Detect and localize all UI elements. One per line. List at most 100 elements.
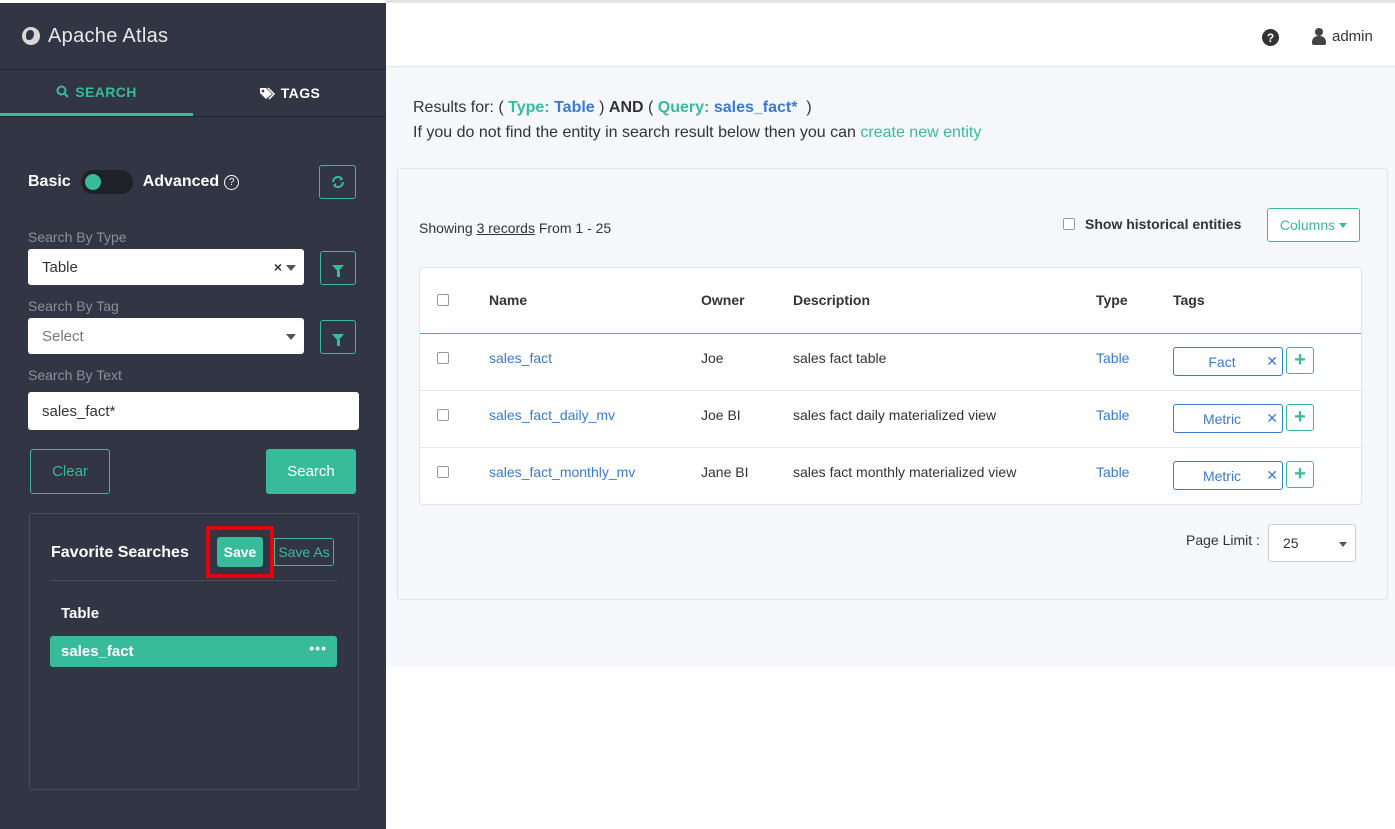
add-tag-button[interactable]: + (1286, 347, 1314, 374)
records-link[interactable]: 3 records (477, 220, 535, 236)
search-icon (56, 85, 69, 98)
save-as-button[interactable]: Save As (274, 538, 334, 566)
main-content: Results for: ( Type: Table ) AND ( Query… (386, 67, 1395, 667)
owner-cell: Joe (701, 350, 724, 366)
header-tags[interactable]: Tags (1173, 292, 1205, 308)
entity-name-link[interactable]: sales_fact (489, 350, 552, 366)
help-icon[interactable]: ? (1262, 29, 1279, 46)
columns-dropdown-button[interactable]: Columns (1267, 208, 1360, 242)
columns-label: Columns (1279, 217, 1336, 233)
tab-tags[interactable]: TAGS (193, 70, 386, 116)
remove-tag-icon[interactable]: ✕ (1266, 353, 1278, 370)
type-value: Table (554, 99, 595, 116)
row-checkbox[interactable] (437, 409, 449, 421)
tag-select[interactable]: Select (28, 318, 304, 354)
header-type[interactable]: Type (1096, 292, 1128, 308)
historical-checkbox[interactable] (1063, 218, 1075, 230)
type-select-value: Table (42, 258, 78, 276)
records-range: From 1 - 25 (538, 220, 612, 236)
search-text-value: sales_fact* (42, 402, 116, 420)
page-limit-value: 25 (1283, 535, 1299, 551)
table-header: Name Owner Description Type Tags (420, 268, 1361, 334)
switch-knob (84, 174, 101, 190)
select-all-checkbox[interactable] (437, 294, 449, 306)
tab-search-label: SEARCH (75, 83, 137, 100)
header-description[interactable]: Description (793, 292, 870, 308)
type-link[interactable]: Table (1096, 464, 1129, 480)
entity-name-link[interactable]: sales_fact_monthly_mv (489, 464, 635, 480)
favorite-group-label: Table (61, 605, 100, 622)
tab-tags-label: TAGS (280, 85, 321, 101)
search-button[interactable]: Search (266, 449, 356, 494)
header-owner[interactable]: Owner (701, 292, 745, 308)
entity-name-link[interactable]: sales_fact_daily_mv (489, 407, 615, 423)
tag-label: Metric (1202, 467, 1242, 484)
filter-icon (332, 333, 344, 346)
showing-prefix: Showing (419, 220, 473, 236)
results-prefix: Results for: (413, 99, 494, 116)
chevron-down-icon (286, 334, 296, 340)
add-tag-button[interactable]: + (1286, 461, 1314, 488)
info-text: If you do not find the entity in search … (413, 124, 856, 141)
info-line: If you do not find the entity in search … (413, 124, 981, 142)
mode-switch[interactable] (80, 170, 133, 194)
row-checkbox[interactable] (437, 466, 449, 478)
owner-cell: Jane BI (701, 464, 749, 480)
user-icon (1312, 28, 1326, 45)
type-select[interactable]: Table × (28, 249, 304, 285)
page-limit-select[interactable]: 25 (1268, 524, 1356, 562)
table-row: sales_fact_monthly_mv Jane BI sales fact… (420, 448, 1361, 505)
user-menu[interactable]: admin (1312, 28, 1373, 45)
query-value: sales_fact* (713, 99, 798, 116)
search-by-text-label: Search By Text (28, 367, 122, 383)
results-table: Name Owner Description Type Tags sales_f… (419, 267, 1362, 505)
search-text-input[interactable]: sales_fact* (28, 392, 359, 430)
caret-down-icon (1339, 222, 1348, 228)
filter-icon (332, 264, 344, 277)
advanced-label: Advanced (142, 173, 220, 190)
remove-tag-icon[interactable]: ✕ (1266, 410, 1278, 427)
results-summary: Results for: ( Type: Table ) AND ( Query… (413, 99, 812, 116)
more-options-icon[interactable]: ••• (309, 640, 327, 656)
type-link[interactable]: Table (1096, 407, 1129, 423)
add-tag-button[interactable]: + (1286, 404, 1314, 431)
divider (50, 580, 337, 581)
favorite-item-label: sales_fact (61, 643, 134, 660)
tag-chip[interactable]: Fact ✕ (1173, 347, 1283, 376)
tag-label: Fact (1208, 353, 1236, 370)
username: admin (1332, 28, 1373, 45)
tag-filter-button[interactable] (320, 320, 356, 354)
type-link[interactable]: Table (1096, 350, 1129, 366)
description-cell: sales fact table (793, 350, 887, 366)
historical-label: Show historical entities (1085, 216, 1242, 232)
globe-icon (22, 27, 40, 45)
clear-button[interactable]: Clear (30, 449, 110, 494)
favorite-searches-panel: Favorite Searches Save Save As Table sal… (29, 513, 359, 790)
basic-label: Basic (28, 173, 71, 190)
clear-selection-icon[interactable]: × (274, 259, 282, 275)
type-filter-button[interactable] (320, 251, 356, 285)
row-checkbox[interactable] (437, 352, 449, 364)
table-row: sales_fact_daily_mv Joe BI sales fact da… (420, 391, 1361, 448)
create-entity-link[interactable]: create new entity (860, 124, 981, 141)
favorite-item[interactable]: sales_fact ••• (50, 636, 337, 667)
tab-search[interactable]: SEARCH (0, 70, 193, 116)
favorite-searches-title: Favorite Searches (51, 544, 189, 561)
chevron-down-icon (1339, 542, 1347, 547)
description-cell: sales fact daily materialized view (793, 407, 997, 423)
refresh-icon (331, 176, 344, 188)
save-button[interactable]: Save (217, 537, 263, 567)
and-operator: AND (608, 99, 644, 116)
tag-select-placeholder: Select (42, 327, 84, 345)
tag-icon (259, 86, 275, 100)
tag-chip[interactable]: Metric ✕ (1173, 404, 1283, 433)
help-circle-icon[interactable]: ? (224, 174, 240, 190)
header-name[interactable]: Name (489, 292, 527, 308)
historical-toggle[interactable]: Show historical entities (1063, 216, 1241, 232)
refresh-button[interactable] (319, 165, 356, 199)
brand[interactable]: Apache Atlas (0, 3, 386, 70)
remove-tag-icon[interactable]: ✕ (1266, 467, 1278, 484)
sidebar: Apache Atlas SEARCH TAGS Basic Advanced … (0, 0, 386, 829)
tag-chip[interactable]: Metric ✕ (1173, 461, 1283, 490)
top-bar: ? admin (386, 0, 1395, 67)
